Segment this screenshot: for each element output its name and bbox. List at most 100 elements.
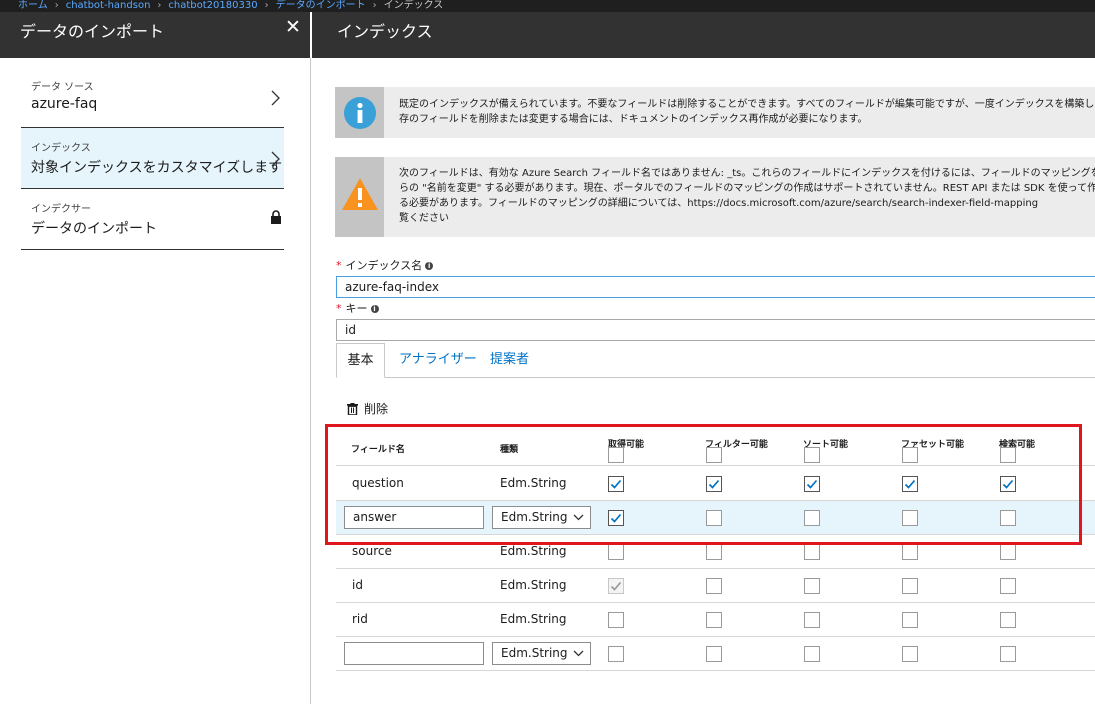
column-header-type: 種類 <box>500 445 519 455</box>
facetable-checkbox[interactable] <box>902 578 918 594</box>
breadcrumb-handson[interactable]: chatbot-handson <box>66 0 151 11</box>
warning-triangle-icon <box>342 178 378 210</box>
tab-suggester[interactable]: 提案者 <box>490 343 529 378</box>
table-row[interactable]: answer Edm.String <box>336 501 1095 535</box>
retrievable-checkbox <box>608 578 624 594</box>
chevron-right-icon <box>271 90 280 106</box>
facetable-checkbox[interactable] <box>902 510 918 526</box>
step-index[interactable]: インデックス 対象インデックスをカスタマイズします <box>21 128 284 189</box>
sortable-checkbox[interactable] <box>804 510 820 526</box>
chevron-right-icon <box>271 151 280 167</box>
facetable-checkbox[interactable] <box>902 612 918 628</box>
step-data-source[interactable]: データ ソース azure-faq <box>21 67 284 128</box>
searchable-checkbox[interactable] <box>1000 476 1016 492</box>
sortable-checkbox[interactable] <box>804 578 820 594</box>
sortable-checkbox[interactable] <box>804 646 820 662</box>
sortable-checkbox[interactable] <box>804 612 820 628</box>
retrievable-checkbox[interactable] <box>608 476 624 492</box>
filterable-checkbox[interactable] <box>706 544 722 560</box>
warning-line-1: 次のフィールドは、有効な Azure Search フィールド名ではありません:… <box>399 168 1095 179</box>
searchable-checkbox[interactable] <box>1000 578 1016 594</box>
type-dropdown[interactable]: Edm.String <box>492 506 591 529</box>
breadcrumb: ホーム › chatbot-handson › chatbot20180330 › データの… <box>0 0 1095 12</box>
type-dropdown-value: Edm.String <box>501 510 568 524</box>
breadcrumb-chatbot[interactable]: chatbot20180330 <box>168 0 257 11</box>
field-name: id <box>352 578 363 592</box>
table-row[interactable]: id Edm.String <box>336 569 1095 603</box>
info-icon[interactable]: i <box>425 262 434 270</box>
key-label: * キー i <box>336 300 379 316</box>
info-icon-cell <box>335 87 384 138</box>
select-all-retrievable-checkbox[interactable] <box>608 447 624 463</box>
retrievable-checkbox[interactable] <box>608 612 624 628</box>
facetable-checkbox[interactable] <box>902 544 918 560</box>
info-icon[interactable]: i <box>370 305 379 313</box>
chevron-down-icon <box>573 650 584 657</box>
filterable-checkbox[interactable] <box>706 646 722 662</box>
breadcrumb-separator: › <box>372 0 377 11</box>
step-value: azure-faq <box>31 96 98 112</box>
retrievable-checkbox[interactable] <box>608 646 624 662</box>
warning-icon-cell <box>335 157 384 237</box>
column-header-field-name: フィールド名 <box>351 445 405 455</box>
searchable-checkbox[interactable] <box>1000 646 1016 662</box>
table-row[interactable]: question Edm.String <box>336 467 1095 501</box>
select-all-filterable-checkbox[interactable] <box>706 447 722 463</box>
type-dropdown[interactable]: Edm.String <box>492 642 591 665</box>
close-icon[interactable]: ✕ <box>285 16 301 38</box>
key-label-text: キー <box>345 302 368 315</box>
facetable-checkbox[interactable] <box>902 646 918 662</box>
table-row[interactable]: Edm.String <box>336 637 1095 671</box>
right-blade-header: インデックス <box>312 12 1095 58</box>
breadcrumb-separator: › <box>264 0 269 11</box>
select-all-facetable-checkbox[interactable] <box>902 447 918 463</box>
select-all-searchable-checkbox[interactable] <box>1000 447 1016 463</box>
field-type: Edm.String <box>500 476 567 490</box>
retrievable-checkbox[interactable] <box>608 544 624 560</box>
table-row[interactable]: rid Edm.String <box>336 603 1095 637</box>
lock-icon <box>271 210 281 224</box>
tab-analyzer[interactable]: アナライザー <box>399 343 477 378</box>
field-name: source <box>352 544 392 558</box>
step-label: インデックス <box>31 143 91 154</box>
tab-basic[interactable]: 基本 <box>336 343 385 378</box>
breadcrumb-home[interactable]: ホーム <box>18 0 48 11</box>
warning-line-2: らの "名前を変更" する必要があります。現在、ポータルでのフィールドのマッピン… <box>399 183 1095 194</box>
breadcrumb-import[interactable]: データのインポート <box>276 0 366 11</box>
index-name-input[interactable]: azure-faq-index <box>336 276 1095 298</box>
field-name: rid <box>352 612 368 626</box>
info-circle-icon <box>344 97 376 129</box>
searchable-checkbox[interactable] <box>1000 544 1016 560</box>
required-asterisk: * <box>336 302 342 315</box>
warning-line-3: る必要があります。フィールドのマッピングの詳細については、https://doc… <box>399 198 1039 209</box>
warning-line-4: 覧ください <box>399 213 449 224</box>
facetable-checkbox[interactable] <box>902 476 918 492</box>
chevron-down-icon <box>573 514 584 521</box>
filterable-checkbox[interactable] <box>706 510 722 526</box>
select-all-sortable-checkbox[interactable] <box>804 447 820 463</box>
table-row[interactable]: source Edm.String <box>336 535 1095 569</box>
searchable-checkbox[interactable] <box>1000 510 1016 526</box>
breadcrumb-separator: › <box>157 0 162 11</box>
step-value: 対象インデックスをカスタマイズします <box>31 160 283 176</box>
field-type: Edm.String <box>500 612 567 626</box>
filterable-checkbox[interactable] <box>706 578 722 594</box>
left-blade-title: データのインポート <box>20 22 165 41</box>
step-label: データ ソース <box>31 82 94 93</box>
field-name-input[interactable]: answer <box>344 506 484 529</box>
step-indexer[interactable]: インデクサー データのインポート <box>21 189 284 250</box>
field-name-input[interactable] <box>344 642 484 665</box>
retrievable-checkbox[interactable] <box>608 510 624 526</box>
delete-button[interactable]: 削除 <box>347 400 388 417</box>
sortable-checkbox[interactable] <box>804 476 820 492</box>
searchable-checkbox[interactable] <box>1000 612 1016 628</box>
breadcrumb-current: インデックス <box>383 0 444 11</box>
index-name-label-text: インデックス名 <box>345 259 423 272</box>
tab-bar: 基本 アナライザー 提案者 <box>336 343 1095 378</box>
filterable-checkbox[interactable] <box>706 612 722 628</box>
info-line-1: 既定のインデックスが備えられています。不要なフィールドは削除することができます。… <box>399 99 1095 110</box>
filterable-checkbox[interactable] <box>706 476 722 492</box>
breadcrumb-separator: › <box>54 0 59 11</box>
sortable-checkbox[interactable] <box>804 544 820 560</box>
key-select[interactable]: id <box>336 319 1095 341</box>
